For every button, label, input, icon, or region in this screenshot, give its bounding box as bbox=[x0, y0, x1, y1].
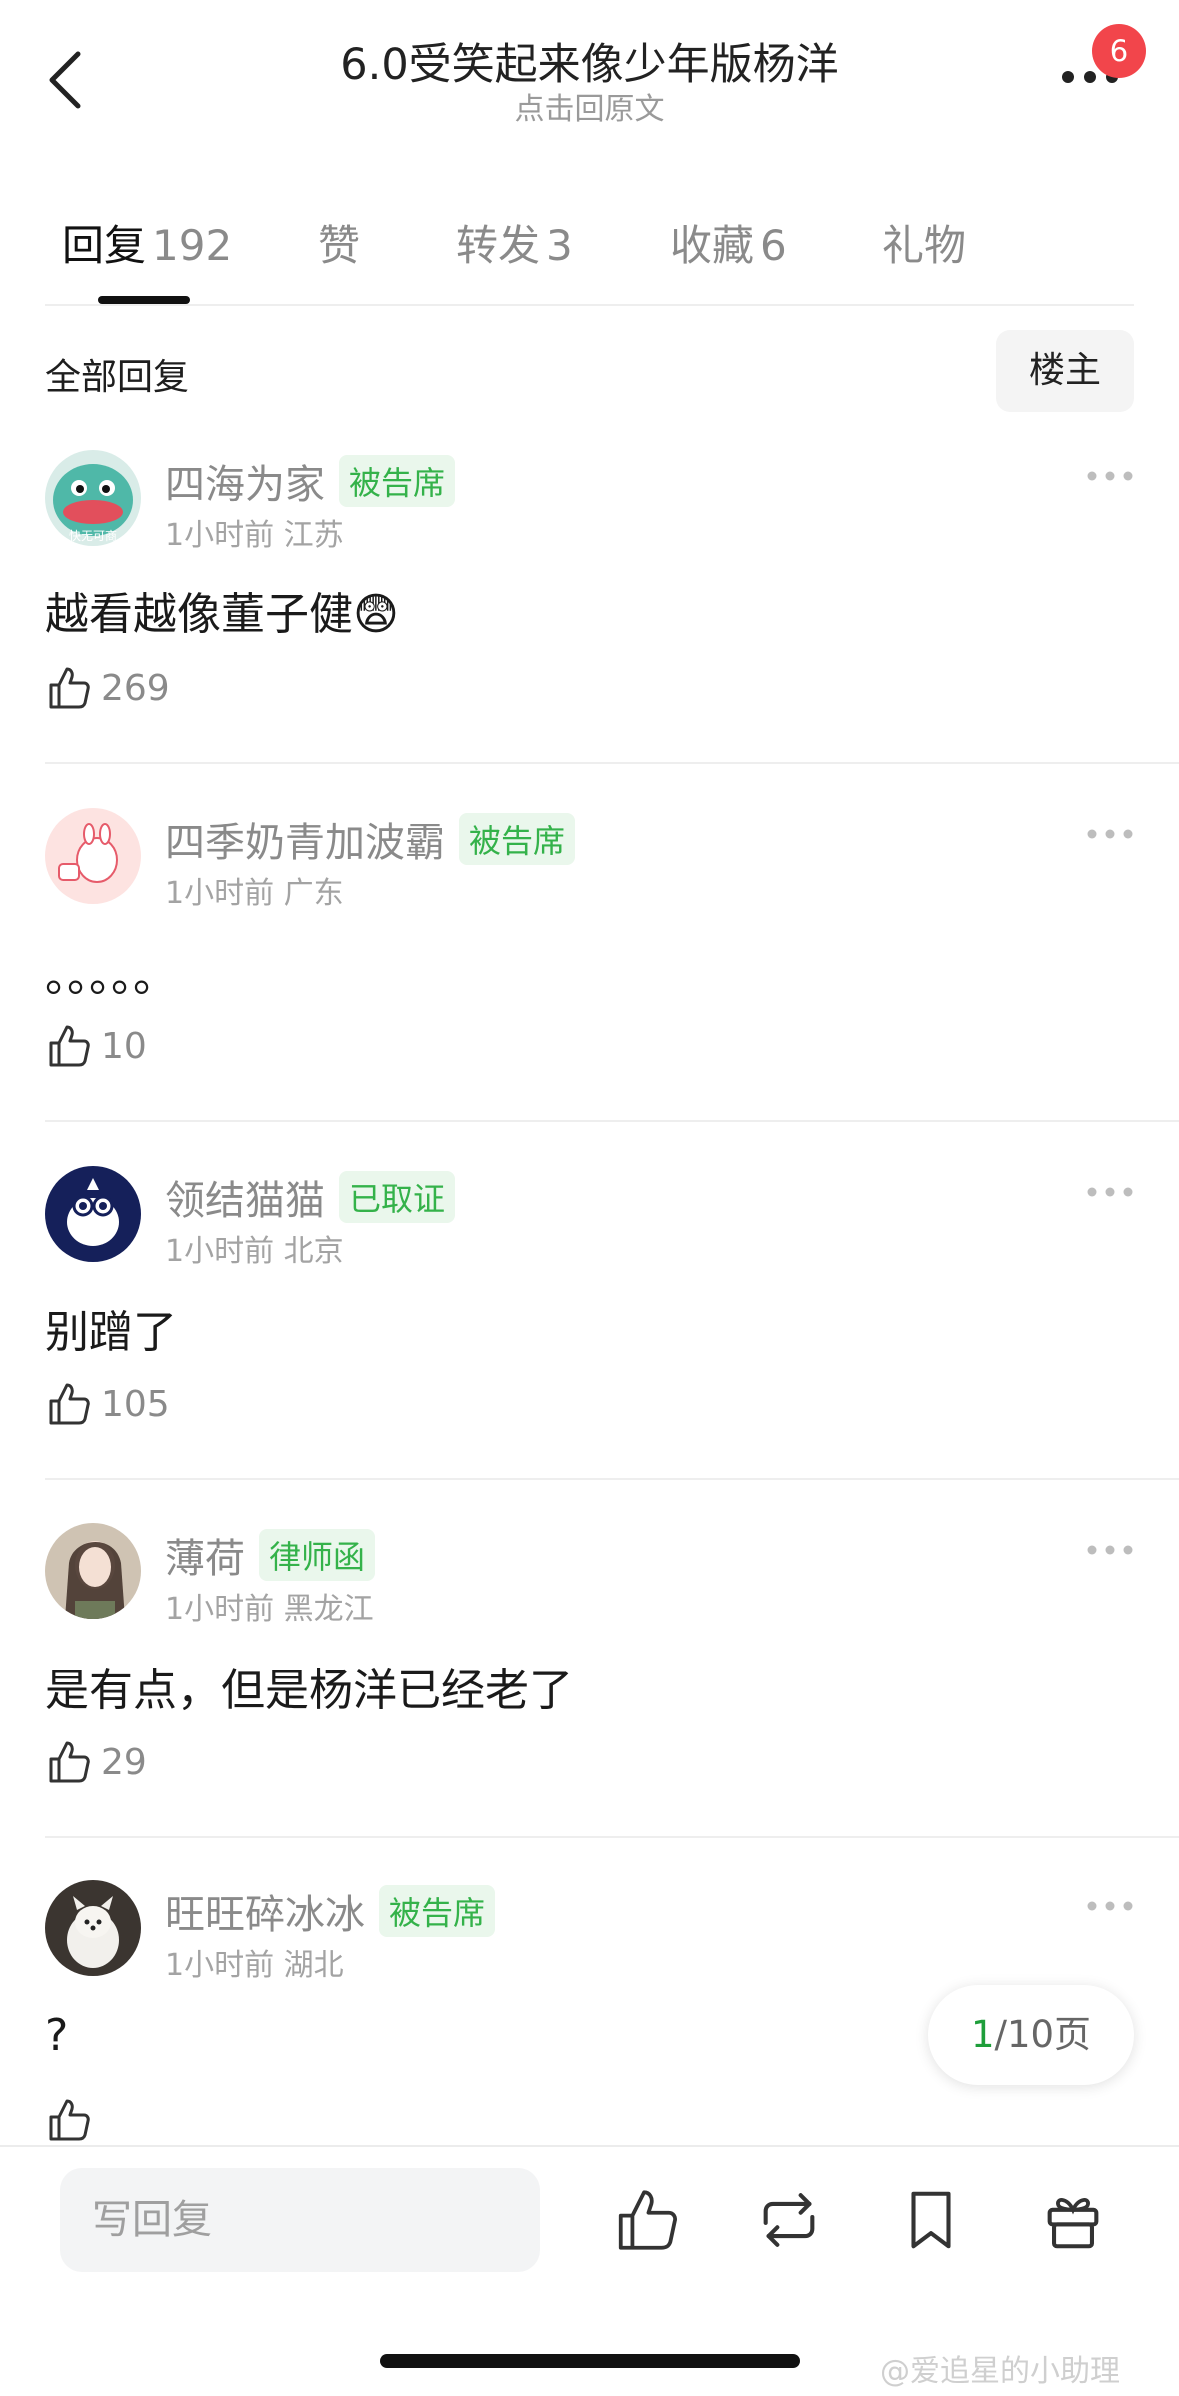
thumb-up-icon bbox=[49, 1741, 90, 1783]
comment-divider bbox=[45, 1836, 1179, 1838]
comment-more-button[interactable] bbox=[1080, 1182, 1140, 1202]
avatar[interactable] bbox=[45, 1166, 141, 1262]
active-tab-indicator bbox=[98, 296, 190, 304]
comment-meta: 1小时前 江苏 bbox=[165, 510, 344, 554]
user-tag: 律师函 bbox=[259, 1529, 376, 1581]
tab-favorites-count: 6 bbox=[760, 221, 787, 270]
bookmark-button[interactable] bbox=[896, 2185, 966, 2255]
home-indicator[interactable] bbox=[380, 2354, 800, 2368]
svg-text:快无可商: 快无可商 bbox=[69, 528, 117, 543]
op-only-button[interactable]: 楼主 bbox=[996, 330, 1134, 412]
comment-meta: 1小时前 黑龙江 bbox=[165, 1584, 374, 1628]
current-page: 1 bbox=[970, 2013, 995, 2056]
comment-location: 湖北 bbox=[283, 1948, 344, 1983]
thumb-up-icon bbox=[618, 2190, 677, 2250]
tab-favorites[interactable]: 收藏 6 bbox=[670, 212, 787, 273]
comment-text: 。。。。。 bbox=[45, 951, 177, 1002]
like-count: 105 bbox=[101, 1383, 170, 1425]
comment-text: 是有点，但是杨洋已经老了 bbox=[45, 1665, 573, 1716]
more-icon bbox=[1087, 829, 1133, 839]
comment-time: 1小时前 bbox=[165, 876, 275, 911]
more-icon bbox=[1087, 1187, 1133, 1197]
comment-divider bbox=[45, 762, 1179, 764]
comment-location: 黑龙江 bbox=[283, 1592, 374, 1627]
username[interactable]: 薄荷 bbox=[165, 1526, 245, 1584]
tab-reposts-label: 转发 bbox=[456, 221, 541, 270]
comment-more-button[interactable] bbox=[1080, 466, 1140, 486]
repost-icon bbox=[763, 2193, 815, 2247]
like-post-button[interactable] bbox=[612, 2185, 682, 2255]
comment-time: 1小时前 bbox=[165, 1948, 275, 1983]
like-button[interactable]: 10 bbox=[45, 1022, 147, 1070]
username[interactable]: 四季奶青加波霸 bbox=[165, 810, 445, 868]
user-tag: 被告席 bbox=[379, 1885, 496, 1937]
username[interactable]: 旺旺碎冰冰 bbox=[165, 1882, 365, 1940]
comment-divider bbox=[45, 1120, 1179, 1122]
like-button[interactable]: 105 bbox=[45, 1380, 170, 1428]
gift-button[interactable] bbox=[1038, 2185, 1108, 2255]
thumb-up-icon bbox=[49, 667, 90, 709]
tab-likes-label: 赞 bbox=[318, 221, 361, 270]
comment-text: 越看越像董子健😨 bbox=[45, 589, 399, 640]
repost-button[interactable] bbox=[754, 2185, 824, 2255]
comment-location: 江苏 bbox=[283, 518, 344, 553]
user-tag: 已取证 bbox=[339, 1171, 456, 1223]
comment-more-button[interactable] bbox=[1080, 1540, 1140, 1560]
comment-text: 别蹭了 bbox=[45, 1307, 177, 1358]
bookmark-icon bbox=[911, 2191, 951, 2249]
comment-location: 广东 bbox=[283, 876, 344, 911]
like-button[interactable]: 269 bbox=[45, 664, 170, 712]
section-title: 全部回复 bbox=[45, 357, 190, 398]
back-to-original-link[interactable]: 点击回原文 bbox=[0, 84, 1179, 128]
more-icon bbox=[1087, 1545, 1133, 1555]
avatar[interactable] bbox=[45, 1523, 141, 1619]
user-tag: 被告席 bbox=[459, 813, 576, 865]
avatar[interactable] bbox=[45, 1880, 141, 1976]
comment-more-button[interactable] bbox=[1080, 824, 1140, 844]
user-tag: 被告席 bbox=[339, 455, 456, 507]
comment-time: 1小时前 bbox=[165, 1592, 275, 1627]
comment-time: 1小时前 bbox=[165, 518, 275, 553]
thumb-up-icon bbox=[49, 1025, 90, 1067]
comment-meta: 1小时前 湖北 bbox=[165, 1940, 344, 1984]
tab-gifts-label: 礼物 bbox=[882, 221, 967, 270]
comment-text: ? bbox=[45, 2010, 69, 2061]
tab-replies[interactable]: 回复 192 bbox=[62, 212, 232, 273]
tab-reposts[interactable]: 转发 3 bbox=[456, 212, 573, 273]
comment-more-button[interactable] bbox=[1080, 1896, 1140, 1916]
more-icon bbox=[1087, 471, 1133, 481]
like-count: 29 bbox=[101, 1741, 147, 1783]
comment-time: 1小时前 bbox=[165, 1234, 275, 1269]
thumb-up-icon bbox=[49, 1383, 90, 1425]
reply-input[interactable]: 写回复 bbox=[60, 2168, 540, 2272]
notification-badge: 6 bbox=[1092, 24, 1146, 78]
tab-replies-count: 192 bbox=[152, 221, 233, 270]
page-indicator[interactable]: 1/10页 bbox=[928, 1985, 1134, 2085]
more-icon bbox=[1087, 1901, 1133, 1911]
like-button[interactable] bbox=[45, 2096, 101, 2144]
username[interactable]: 四海为家 bbox=[165, 452, 325, 510]
watermark: @爱追星的小助理 bbox=[880, 2354, 1120, 2389]
comment-meta: 1小时前 北京 bbox=[165, 1226, 344, 1270]
tab-divider bbox=[45, 304, 1134, 306]
like-count: 10 bbox=[101, 1025, 147, 1067]
tab-favorites-label: 收藏 bbox=[670, 221, 755, 270]
comment-meta: 1小时前 广东 bbox=[165, 868, 344, 912]
tab-reposts-count: 3 bbox=[546, 221, 573, 270]
tab-replies-label: 回复 bbox=[62, 221, 147, 270]
gift-icon bbox=[1047, 2198, 1099, 2249]
tab-gifts[interactable]: 礼物 bbox=[882, 212, 966, 273]
tab-likes[interactable]: 赞 bbox=[318, 212, 360, 273]
username[interactable]: 领结猫猫 bbox=[165, 1168, 325, 1226]
like-button[interactable]: 29 bbox=[45, 1738, 147, 1786]
comment-divider bbox=[45, 1478, 1179, 1480]
thumb-up-icon bbox=[49, 2099, 90, 2141]
comment-location: 北京 bbox=[283, 1234, 344, 1269]
total-pages: /10页 bbox=[994, 2013, 1092, 2056]
avatar[interactable]: 快无可商 bbox=[45, 450, 141, 546]
page-title: 6.0受笑起来像少年版杨洋 bbox=[340, 40, 839, 90]
like-count: 269 bbox=[101, 667, 170, 709]
avatar[interactable] bbox=[45, 808, 141, 904]
